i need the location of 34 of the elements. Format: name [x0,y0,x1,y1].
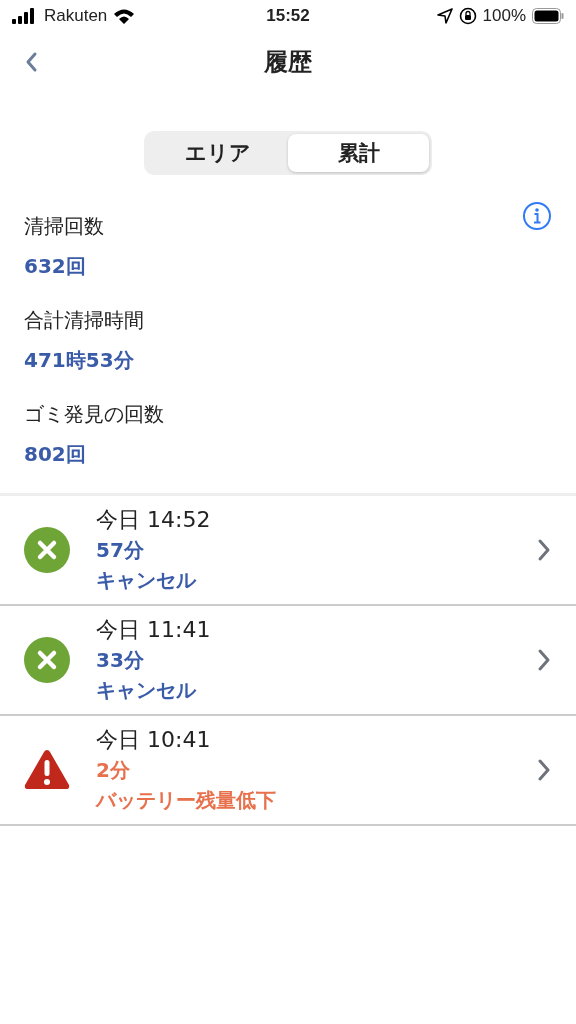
result-text: キャンセル [96,677,196,704]
history-row[interactable]: 今日 14:52 57分 キャンセル [0,496,576,606]
cancel-icon [24,637,70,683]
status-time: 15:52 [266,6,310,26]
chevron-right-icon [536,758,552,782]
history-time: 今日 14:52 [96,506,211,534]
battery-icon [532,8,564,24]
battery-percent: 100% [482,6,526,26]
stat-value: 802回 [24,441,86,468]
location-arrow-icon [436,8,453,24]
stat-value: 471時53分 [24,347,134,374]
segment-tab[interactable]: エリア [147,134,288,172]
stat-label: ゴミ発見の回数 [24,401,164,428]
cancel-icon [24,527,70,573]
cleaning-duration: 2分 [96,757,130,784]
history-time: 今日 10:41 [96,726,211,754]
info-icon[interactable] [522,201,552,231]
stat-value: 632回 [24,253,86,280]
cleaning-duration: 57分 [96,537,144,564]
stat-label: 清掃回数 [24,213,104,240]
history-row[interactable]: 今日 10:41 2分 バッテリー残量低下 [0,716,576,826]
chevron-right-icon [536,648,552,672]
result-text: キャンセル [96,567,196,594]
segment-tab[interactable]: 累計 [288,134,429,172]
stat-label: 合計清掃時間 [24,307,144,334]
cleaning-duration: 33分 [96,647,144,674]
chevron-right-icon [536,538,552,562]
rotation-lock-icon [458,7,477,25]
history-time: 今日 11:41 [96,616,211,644]
carrier-name: Rakuten [44,6,108,26]
wifi-icon [113,8,136,24]
history-row[interactable]: 今日 11:41 33分 キャンセル [0,606,576,716]
screen-title: 履歴 [264,47,312,78]
result-text: バッテリー残量低下 [96,787,276,814]
